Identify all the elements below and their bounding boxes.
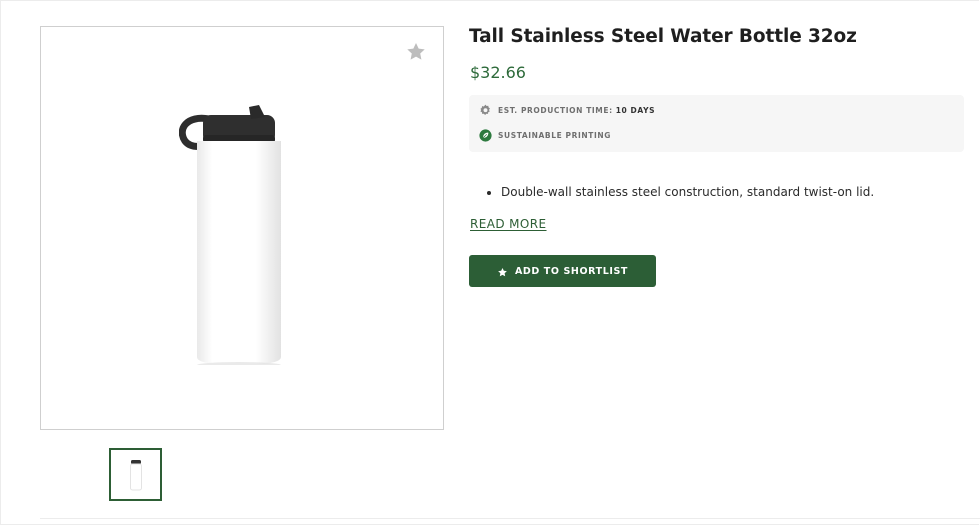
sustainable-row: SUSTAINABLE PRINTING <box>479 128 611 142</box>
product-image <box>179 105 281 365</box>
shortlist-button-label: ADD TO SHORTLIST <box>514 265 629 277</box>
production-time-row: EST. PRODUCTION TIME: 10 DAYS <box>479 103 655 117</box>
add-to-shortlist-button[interactable]: ADD TO SHORTLIST <box>469 255 656 287</box>
sustainable-printing-label: SUSTAINABLE PRINTING <box>498 130 612 140</box>
read-more-link[interactable]: READ MORE <box>470 217 547 231</box>
production-time-label: EST. PRODUCTION TIME: <box>498 105 613 115</box>
product-image-viewer[interactable] <box>40 26 444 430</box>
star-icon <box>498 267 507 276</box>
favorite-star-icon[interactable] <box>405 41 427 63</box>
description-bullet: Double-wall stainless steel construction… <box>501 184 874 200</box>
production-time-value: 10 DAYS <box>615 105 656 115</box>
product-title: Tall Stainless Steel Water Bottle 32oz <box>469 26 857 47</box>
bottom-divider <box>40 518 980 519</box>
gear-icon <box>480 104 490 115</box>
thumbnail-bottle-image <box>130 460 142 491</box>
leaf-icon <box>479 128 492 142</box>
production-info-panel: EST. PRODUCTION TIME: 10 DAYS SUSTAINABL… <box>469 95 964 152</box>
product-price: $32.66 <box>470 63 526 82</box>
product-description-list: Double-wall stainless steel construction… <box>487 184 874 200</box>
thumbnail-image-1[interactable] <box>109 448 162 501</box>
